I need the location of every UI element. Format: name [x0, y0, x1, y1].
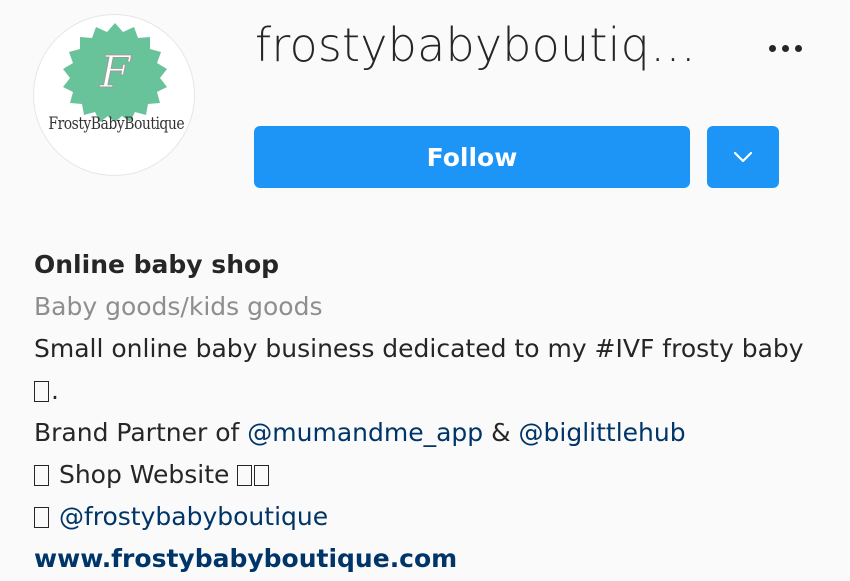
mention-link[interactable]: @mumandme_app	[247, 418, 483, 447]
more-options-button[interactable]	[758, 30, 812, 66]
more-options-icon	[768, 44, 776, 52]
bio-line: Small online baby business dedicated to …	[34, 334, 804, 363]
follow-button[interactable]: Follow	[254, 126, 690, 188]
bio-line: @frostybabyboutique	[34, 496, 834, 538]
chevron-down-icon	[733, 151, 753, 163]
profile-username: frostybabyboutiq…	[255, 18, 697, 72]
bio-line: Brand Partner of @mumandme_app & @biglit…	[34, 412, 834, 454]
mention-link[interactable]: @frostybabyboutique	[59, 502, 328, 531]
bio-text: .	[51, 376, 59, 405]
more-options-icon	[781, 44, 789, 52]
suggested-accounts-dropdown-button[interactable]	[707, 126, 779, 188]
bio-line: Shop Website	[34, 454, 834, 496]
bio-line: .	[34, 370, 834, 412]
more-options-icon	[794, 44, 802, 52]
mention-link[interactable]: @biglittlehub	[519, 418, 686, 447]
bio-text: &	[483, 418, 519, 447]
bio-text: Shop Website	[51, 460, 238, 489]
profile-category: Baby goods/kids goods	[34, 292, 323, 321]
avatar-badge-icon: F	[63, 23, 167, 122]
profile-bio: Online baby shop Baby goods/kids goods S…	[34, 244, 834, 580]
avatar-letter: F	[99, 47, 132, 98]
website-link[interactable]: www.frostybabyboutique.com	[34, 538, 834, 580]
emoji-placeholder-icon	[237, 465, 253, 486]
emoji-placeholder-icon	[254, 465, 270, 486]
emoji-placeholder-icon	[34, 507, 49, 528]
emoji-placeholder-icon	[34, 465, 49, 486]
bio-text: Brand Partner of	[34, 418, 248, 447]
profile-header: F FrostyBabyBoutique frostybabyboutiq… F…	[0, 0, 850, 581]
avatar-brand-text: FrostyBabyBoutique	[48, 114, 185, 134]
emoji-placeholder-icon	[34, 381, 49, 402]
avatar[interactable]: F FrostyBabyBoutique	[33, 14, 195, 176]
profile-full-name: Online baby shop	[34, 250, 280, 279]
